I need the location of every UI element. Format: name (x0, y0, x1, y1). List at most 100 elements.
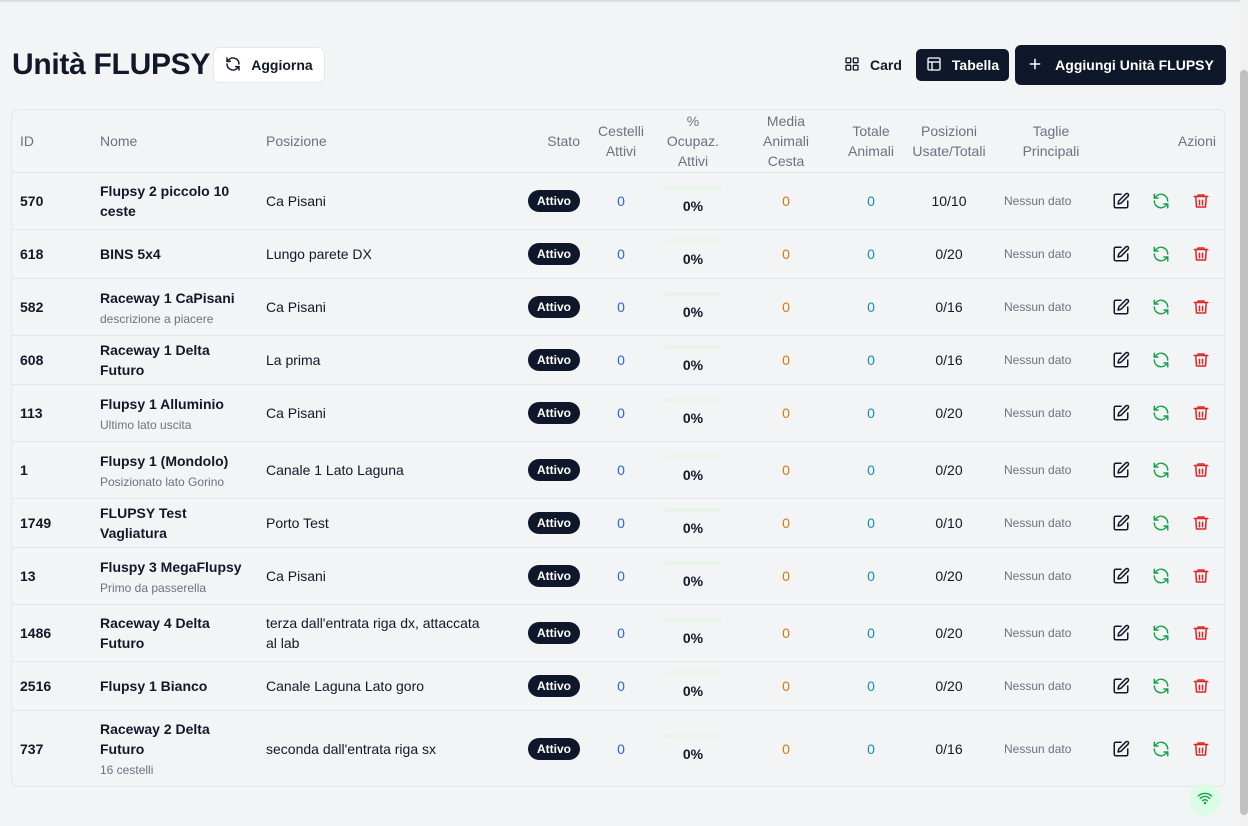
trash-icon[interactable] (1192, 298, 1210, 316)
transfer-icon[interactable] (1152, 740, 1170, 758)
transfer-icon[interactable] (1152, 677, 1170, 695)
col-status[interactable]: Stato (498, 110, 588, 173)
cell-avg-animals: 0 (732, 172, 840, 230)
connection-status[interactable] (1189, 784, 1221, 816)
unit-name: Raceway 4 Delta Futuro (100, 615, 210, 651)
col-avg-animals-l2: Animali (763, 133, 809, 149)
trash-icon[interactable] (1192, 514, 1210, 532)
scrollbar[interactable] (1240, 0, 1248, 826)
transfer-icon[interactable] (1152, 624, 1170, 642)
edit-icon[interactable] (1112, 461, 1130, 479)
transfer-icon[interactable] (1152, 192, 1170, 210)
cell-active-baskets: 0 (617, 740, 625, 757)
unit-name: Fluspy 3 MegaFlupsy (100, 558, 242, 575)
table-row: 618 BINS 5x4 Lungo parete DX Attivo 0 0%… (12, 229, 1224, 279)
scrollbar-thumb[interactable] (1240, 70, 1248, 815)
cell-actions (1106, 661, 1224, 711)
cell-main-sizes: Nessun dato (996, 547, 1106, 605)
view-card-button[interactable]: Card (834, 49, 912, 81)
cell-id: 1 (12, 441, 92, 499)
col-positions-l1: Posizioni (920, 123, 978, 139)
cell-positions: 0/16 (902, 278, 996, 336)
edit-icon[interactable] (1112, 351, 1130, 369)
view-table-button[interactable]: Tabella (915, 49, 1010, 81)
cell-name: Raceway 4 Delta Futuro (92, 604, 258, 662)
edit-icon[interactable] (1112, 192, 1130, 210)
trash-icon[interactable] (1192, 677, 1210, 695)
edit-icon[interactable] (1112, 740, 1130, 758)
col-positions[interactable]: Posizioni Usate/Totali (902, 110, 996, 173)
trash-icon[interactable] (1192, 740, 1210, 758)
cell-total-animals: 0 (840, 278, 902, 336)
cell-status: Attivo (498, 547, 588, 605)
trash-icon[interactable] (1192, 192, 1210, 210)
unit-name: Flupsy 1 (Mondolo) (100, 452, 229, 469)
refresh-button[interactable]: Aggiorna (213, 47, 325, 83)
transfer-icon[interactable] (1152, 404, 1170, 422)
col-total-animals[interactable]: Totale Animali (840, 110, 902, 173)
col-active-baskets[interactable]: Cestelli Attivi (588, 110, 654, 173)
col-active-baskets-l2: Attivi (605, 143, 637, 159)
cell-total-animals: 0 (840, 441, 902, 499)
occupancy-value: 0% (682, 467, 704, 483)
trash-icon[interactable] (1192, 404, 1210, 422)
view-table-label: Tabella (951, 57, 1000, 73)
col-avg-animals[interactable]: Media Animali Cesta (732, 110, 840, 173)
cell-id: 570 (12, 172, 92, 230)
status-badge: Attivo (528, 296, 580, 318)
table-row: 13 Fluspy 3 MegaFlupsy Primo da passerell… (12, 547, 1224, 605)
trash-icon[interactable] (1192, 624, 1210, 642)
edit-icon[interactable] (1112, 677, 1130, 695)
transfer-icon[interactable] (1152, 514, 1170, 532)
occupancy-bar (664, 186, 722, 190)
cell-actions (1106, 441, 1224, 499)
trash-icon[interactable] (1192, 461, 1210, 479)
cell-main-sizes: Nessun dato (996, 172, 1106, 230)
cell-occupancy: 0% (654, 384, 732, 442)
occupancy-value: 0% (682, 251, 704, 267)
cell-active-baskets: 0 (588, 604, 654, 662)
cell-main-sizes: Nessun dato (996, 498, 1106, 548)
cell-position: seconda dall'entrata riga sx (266, 740, 436, 757)
add-flupsy-label: Aggiungi Unità FLUPSY (1055, 57, 1214, 73)
transfer-icon[interactable] (1152, 298, 1170, 316)
col-occupancy[interactable]: % Ocupaz. Attivi (654, 110, 732, 173)
unit-name: Raceway 2 Delta Futuro (100, 721, 210, 758)
cell-main-sizes: Nessun dato (996, 229, 1106, 279)
status-badge: Attivo (528, 622, 580, 644)
transfer-icon[interactable] (1152, 245, 1170, 263)
cell-status: Attivo (498, 498, 588, 548)
cell-total-animals: 0 (840, 498, 902, 548)
edit-icon[interactable] (1112, 624, 1130, 642)
edit-icon[interactable] (1112, 245, 1130, 263)
col-id[interactable]: ID (12, 110, 92, 173)
transfer-icon[interactable] (1152, 461, 1170, 479)
status-badge: Attivo (528, 190, 580, 212)
transfer-icon[interactable] (1152, 351, 1170, 369)
cell-name: Raceway 2 Delta Futuro 16 cestelli (92, 711, 258, 787)
cell-name: Fluspy 3 MegaFlupsy Primo da passerella (92, 547, 258, 605)
occupancy-value: 0% (682, 683, 704, 699)
cell-occupancy: 0% (654, 604, 732, 662)
table-header-row: ID Nome Posizione Stato Cestelli Attivi %… (12, 110, 1224, 173)
cell-name: BINS 5x4 (92, 229, 258, 279)
edit-icon[interactable] (1112, 404, 1130, 422)
cell-status: Attivo (498, 604, 588, 662)
edit-icon[interactable] (1112, 298, 1130, 316)
col-name[interactable]: Nome (92, 110, 258, 173)
transfer-icon[interactable] (1152, 567, 1170, 585)
cell-occupancy: 0% (654, 547, 732, 605)
trash-icon[interactable] (1192, 351, 1210, 369)
cell-avg-animals: 0 (732, 604, 840, 662)
col-main-sizes[interactable]: Taglie Principali (996, 110, 1106, 173)
add-flupsy-button[interactable]: Aggiungi Unità FLUPSY (1015, 45, 1226, 85)
trash-icon[interactable] (1192, 567, 1210, 585)
edit-icon[interactable] (1112, 567, 1130, 585)
cell-name: FLUPSY Test Vagliatura (92, 498, 258, 548)
edit-icon[interactable] (1112, 514, 1130, 532)
trash-icon[interactable] (1192, 245, 1210, 263)
cell-active-baskets: 0 (588, 498, 654, 548)
cell-active-baskets: 0 (588, 229, 654, 279)
col-position[interactable]: Posizione (258, 110, 498, 173)
col-avg-animals-l1: Media (766, 113, 806, 129)
